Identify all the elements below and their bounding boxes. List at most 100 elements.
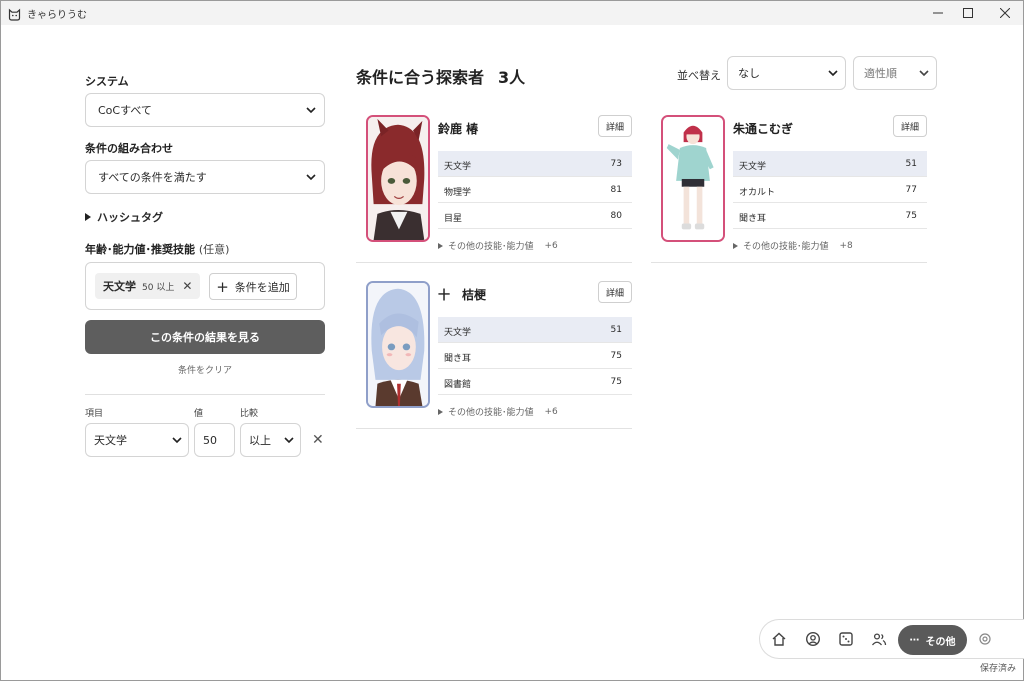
clear-conditions-link[interactable]: 条件をクリア [85, 363, 325, 376]
hashtag-label: ハッシュタグ [97, 211, 163, 224]
chevron-down-icon [284, 437, 294, 444]
minimize-icon [933, 12, 943, 14]
close-button[interactable] [982, 1, 1024, 25]
stat-name: 天文学 [444, 162, 472, 172]
target-icon[interactable] [977, 631, 993, 647]
stats-label: 年齢･能力値･推奨技能 (任意) [85, 241, 229, 257]
stat-name: オカルト [739, 188, 776, 198]
caret-right-icon [733, 242, 738, 249]
stat-row: オカルト 77 [733, 177, 927, 203]
results-heading-text: 条件に合う探索者 [356, 68, 485, 87]
system-select[interactable]: CoCすべて [85, 93, 325, 127]
condition-chip[interactable]: 天文学 50 以上 ✕ [95, 273, 201, 299]
stat-row: 聞き耳 75 [438, 343, 632, 369]
character-card: 鈴鹿 椿 詳細 天文学 73 物理学 81 目星 80 その他の技能･能力値 +6 [356, 115, 632, 263]
profile-icon[interactable] [805, 631, 821, 647]
detail-button[interactable]: 詳細 [893, 115, 927, 137]
caret-right-icon [85, 213, 91, 221]
stat-value: 80 [610, 211, 622, 221]
character-portrait[interactable] [661, 115, 725, 242]
stat-row: 物理学 81 [438, 177, 632, 203]
more-stats-label: その他の技能･能力値 [448, 408, 534, 418]
more-stats-toggle[interactable]: その他の技能･能力値 +6 [438, 239, 558, 252]
nav-other-label: その他 [925, 636, 956, 648]
detail-button[interactable]: 詳細 [598, 281, 632, 303]
bottom-nav: ⋯ その他 [759, 619, 1024, 659]
condition-box: 天文学 50 以上 ✕ + 条件を追加 [85, 262, 325, 310]
remove-condition-icon[interactable]: ✕ [312, 432, 324, 448]
app-cat-icon [8, 6, 21, 21]
chip-value: 50 以上 [142, 282, 175, 293]
system-label: システム [85, 75, 129, 88]
more-stats-toggle[interactable]: その他の技能･能力値 +8 [733, 239, 853, 252]
results-heading: 条件に合う探索者 3人 [356, 64, 525, 88]
stat-value: 51 [905, 159, 917, 169]
stat-value: 75 [610, 377, 622, 387]
sort-select-value: なし [738, 67, 760, 80]
users-icon[interactable] [871, 631, 887, 647]
home-icon[interactable] [771, 631, 787, 647]
character-card: 十 桔梗 詳細 天文学 51 聞き耳 75 図書館 75 その他の技能･能力値 +6 [356, 281, 632, 429]
chevron-down-icon [306, 107, 316, 114]
stat-name: 聞き耳 [444, 354, 472, 364]
character-portrait[interactable] [366, 281, 430, 408]
stat-row: 天文学 51 [438, 317, 632, 343]
stat-name: 物理学 [444, 188, 472, 198]
compare-label: 比較 [240, 409, 259, 419]
card-divider [356, 428, 632, 429]
value-label: 値 [194, 409, 204, 419]
stat-row: 天文学 51 [733, 151, 927, 177]
nav-other-button[interactable]: ⋯ その他 [898, 625, 967, 655]
sort-order-value: 適性順 [864, 67, 897, 80]
plus-icon: + [216, 277, 229, 296]
more-stats-label: その他の技能･能力値 [448, 242, 534, 252]
stat-value: 75 [610, 351, 622, 361]
chevron-down-icon [919, 70, 929, 77]
compare-select[interactable]: 以上 [240, 423, 301, 457]
saved-status: 保存済み [980, 664, 1017, 674]
chevron-down-icon [306, 174, 316, 181]
stats-optional-text: (任意) [198, 243, 230, 256]
combine-select[interactable]: すべての条件を満たす [85, 160, 325, 194]
more-dots-icon: ⋯ [909, 634, 920, 646]
sort-select[interactable]: なし [727, 56, 846, 90]
system-select-value: CoCすべて [98, 104, 152, 117]
character-card: 朱通こむぎ 詳細 天文学 51 オカルト 77 聞き耳 75 その他の技能･能力値 +… [651, 115, 927, 263]
character-name: 十 桔梗 [438, 288, 487, 302]
more-stats-count: +8 [839, 240, 853, 251]
dice-icon[interactable] [838, 631, 854, 647]
value-input[interactable]: 50 [194, 423, 235, 457]
hashtag-toggle[interactable]: ハッシュタグ [85, 209, 163, 225]
stat-row: 天文学 73 [438, 151, 632, 177]
chevron-down-icon [172, 437, 182, 444]
card-divider [651, 262, 927, 263]
chip-remove-icon[interactable]: ✕ [182, 279, 192, 293]
show-results-button[interactable]: この条件の結果を見る [85, 320, 325, 354]
sort-order-select[interactable]: 適性順 [853, 56, 937, 90]
character-name: 朱通こむぎ [733, 122, 794, 136]
title-bar: きゃらりうむ [1, 1, 1023, 25]
add-condition-button[interactable]: + 条件を追加 [209, 273, 297, 300]
more-stats-label: その他の技能･能力値 [743, 242, 829, 252]
character-portrait[interactable] [366, 115, 430, 242]
detail-button[interactable]: 詳細 [598, 115, 632, 137]
item-label: 項目 [85, 409, 104, 419]
stat-name: 天文学 [739, 162, 767, 172]
caret-right-icon [438, 242, 443, 249]
stat-name: 図書館 [444, 380, 472, 390]
item-select[interactable]: 天文学 [85, 423, 189, 457]
combine-label: 条件の組み合わせ [85, 142, 173, 155]
caret-right-icon [438, 408, 443, 415]
more-stats-toggle[interactable]: その他の技能･能力値 +6 [438, 405, 558, 418]
stat-row: 図書館 75 [438, 369, 632, 395]
stat-value: 77 [905, 185, 917, 195]
stat-name: 天文学 [444, 328, 472, 338]
compare-select-value: 以上 [249, 434, 271, 447]
stat-value: 51 [610, 325, 622, 335]
item-select-value: 天文学 [94, 434, 127, 447]
results-count: 3人 [498, 68, 526, 87]
stat-row: 聞き耳 75 [733, 203, 927, 229]
divider [85, 394, 325, 395]
stat-row: 目星 80 [438, 203, 632, 229]
value-input-text: 50 [203, 433, 217, 447]
